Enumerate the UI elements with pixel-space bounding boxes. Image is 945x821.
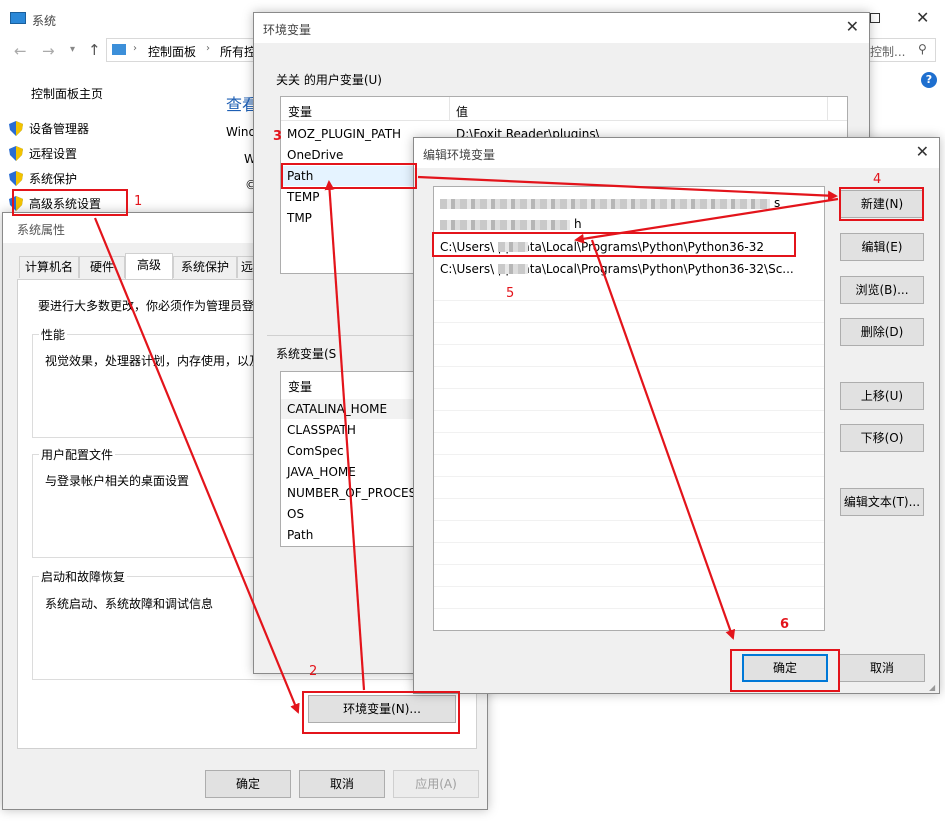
arrow-1-to-2 — [93, 217, 300, 714]
arrow-2-to-3 — [324, 180, 366, 691]
arrow-3-to-4 — [417, 175, 838, 201]
annotation-arrows — [93, 175, 839, 714]
arrow-5-to-6 — [590, 239, 736, 640]
arrow-4-to-5 — [574, 197, 839, 244]
